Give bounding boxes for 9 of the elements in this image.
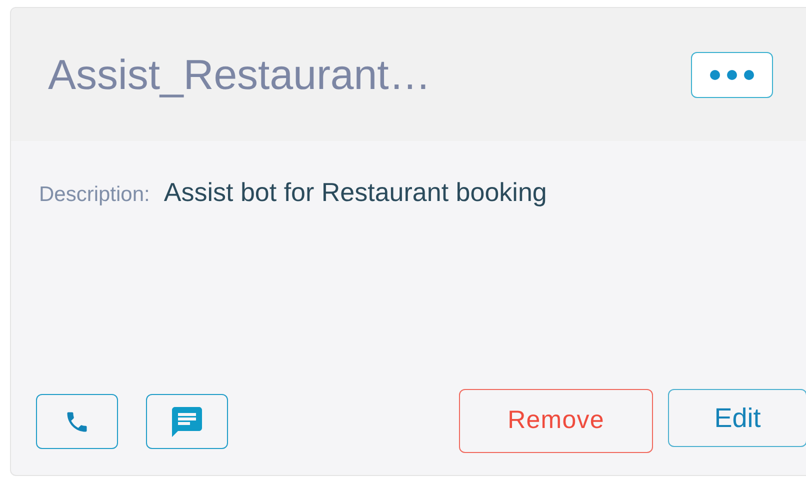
remove-button[interactable]: Remove bbox=[459, 389, 653, 453]
card-title: Assist_Restaurant… bbox=[48, 50, 431, 100]
edit-button[interactable]: Edit bbox=[668, 389, 806, 447]
description-text: Assist bot for Restaurant booking bbox=[164, 176, 547, 209]
chat-button[interactable] bbox=[146, 394, 228, 449]
description-label: Description: bbox=[39, 182, 150, 208]
phone-button[interactable] bbox=[36, 394, 118, 449]
more-button[interactable] bbox=[691, 52, 773, 98]
more-icon bbox=[709, 68, 755, 80]
